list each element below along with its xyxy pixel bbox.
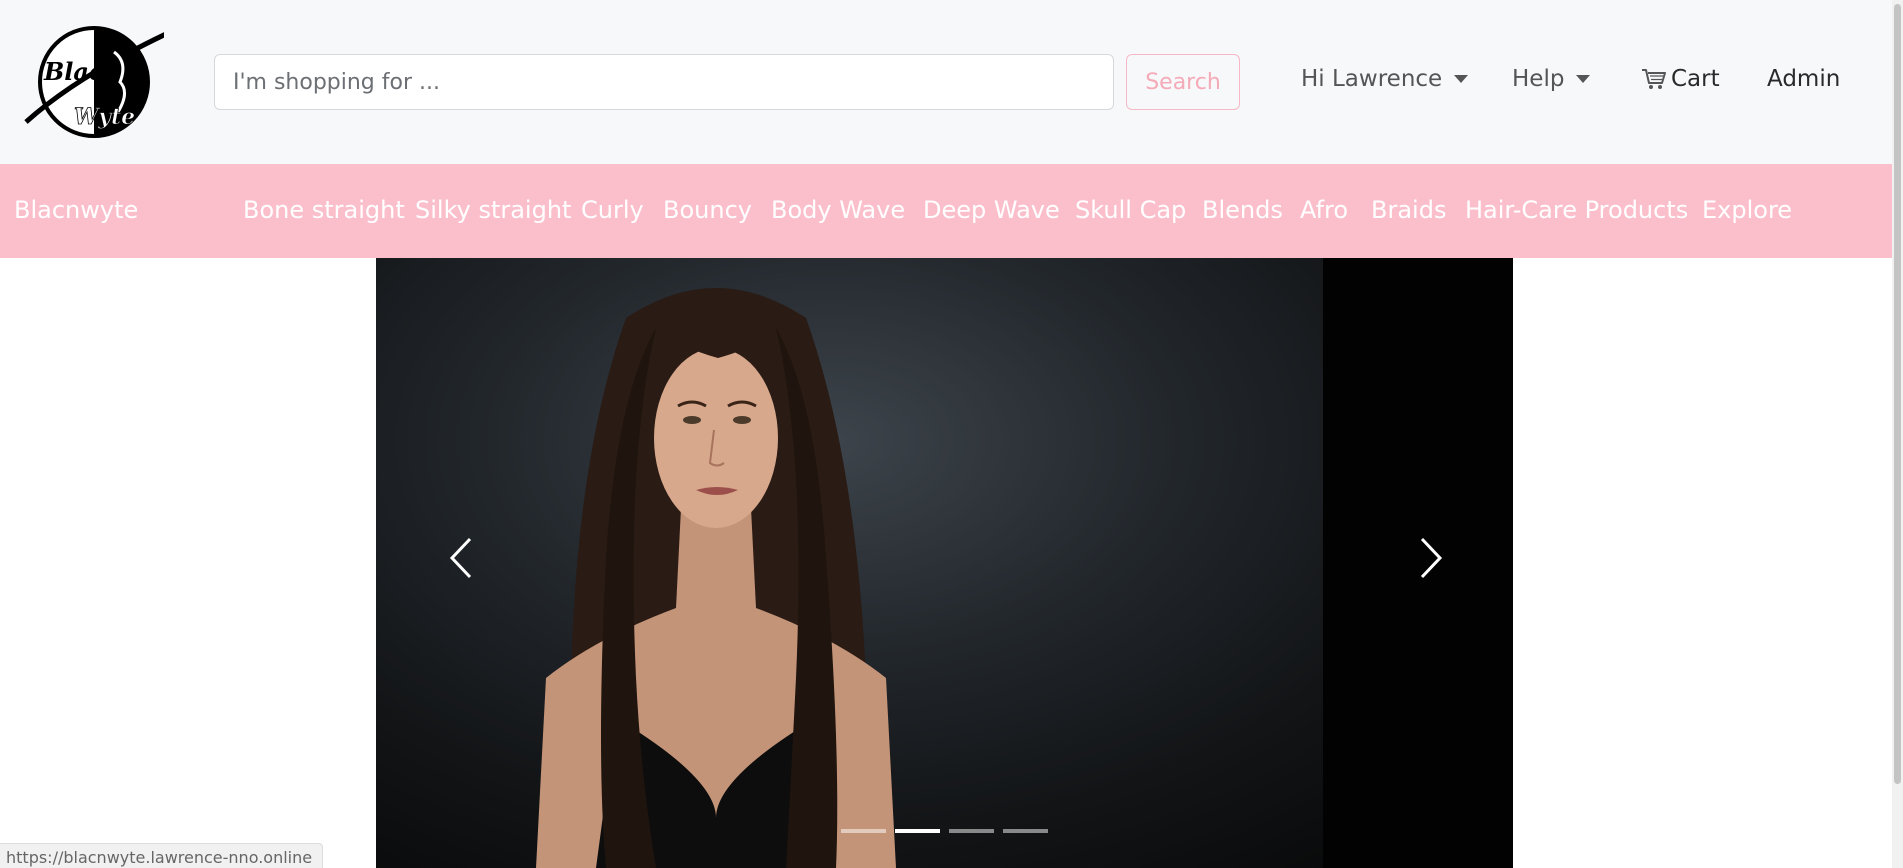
caret-down-icon bbox=[1576, 75, 1591, 83]
vertical-scrollbar[interactable] bbox=[1892, 0, 1903, 868]
top-header: Blac n Wyte Search Hi Lawrence Help Cart… bbox=[0, 0, 1892, 164]
svg-text:n: n bbox=[82, 88, 92, 104]
nav-bone-straight[interactable]: Bone straight bbox=[243, 196, 405, 224]
brand-link[interactable]: Blacnwyte bbox=[14, 196, 138, 224]
hero-carousel bbox=[376, 258, 1513, 868]
svg-text:Blac: Blac bbox=[43, 57, 104, 86]
carousel-indicator[interactable] bbox=[841, 829, 886, 833]
search-button[interactable]: Search bbox=[1126, 54, 1240, 110]
help-menu-label: Help bbox=[1512, 66, 1565, 92]
cart-icon bbox=[1642, 69, 1666, 89]
nav-explore[interactable]: Explore bbox=[1702, 196, 1792, 224]
svg-text:Wyte: Wyte bbox=[74, 104, 135, 130]
nav-deep-wave[interactable]: Deep Wave bbox=[923, 196, 1060, 224]
cart-label: Cart bbox=[1671, 66, 1720, 92]
carousel-next-button[interactable] bbox=[1406, 528, 1456, 588]
nav-blends[interactable]: Blends bbox=[1202, 196, 1283, 224]
carousel-indicator[interactable] bbox=[949, 829, 994, 833]
help-menu-dropdown[interactable]: Help bbox=[1512, 66, 1591, 92]
chevron-left-icon bbox=[449, 537, 472, 579]
nav-body-wave[interactable]: Body Wave bbox=[771, 196, 905, 224]
carousel-prev-button[interactable] bbox=[436, 528, 486, 588]
user-menu-label: Hi Lawrence bbox=[1301, 66, 1443, 92]
nav-silky-straight[interactable]: Silky straight bbox=[415, 196, 571, 224]
cart-link[interactable]: Cart bbox=[1641, 66, 1720, 92]
nav-bouncy[interactable]: Bouncy bbox=[663, 196, 752, 224]
nav-afro[interactable]: Afro bbox=[1300, 196, 1348, 224]
carousel-indicator-active[interactable] bbox=[895, 829, 940, 833]
admin-label: Admin bbox=[1767, 66, 1841, 92]
chevron-right-icon bbox=[1420, 537, 1443, 579]
category-nav: Blacnwyte Bone straight Silky straight C… bbox=[0, 164, 1892, 258]
admin-link[interactable]: Admin bbox=[1767, 66, 1840, 92]
scrollbar-thumb[interactable] bbox=[1894, 4, 1901, 784]
nav-hair-care-products[interactable]: Hair-Care Products bbox=[1465, 196, 1688, 224]
brand-logo[interactable]: Blac n Wyte bbox=[16, 22, 164, 140]
hero-slide-image bbox=[536, 288, 896, 868]
nav-skull-cap[interactable]: Skull Cap bbox=[1075, 196, 1186, 224]
nav-curly[interactable]: Curly bbox=[581, 196, 644, 224]
search-input[interactable] bbox=[214, 54, 1114, 110]
status-bar-url: https://blacnwyte.lawrence-nno.online bbox=[0, 843, 324, 868]
caret-down-icon bbox=[1454, 75, 1469, 83]
user-menu-dropdown[interactable]: Hi Lawrence bbox=[1301, 66, 1469, 92]
nav-braids[interactable]: Braids bbox=[1371, 196, 1446, 224]
carousel-indicator[interactable] bbox=[1003, 829, 1048, 833]
carousel-indicators bbox=[841, 829, 1048, 833]
